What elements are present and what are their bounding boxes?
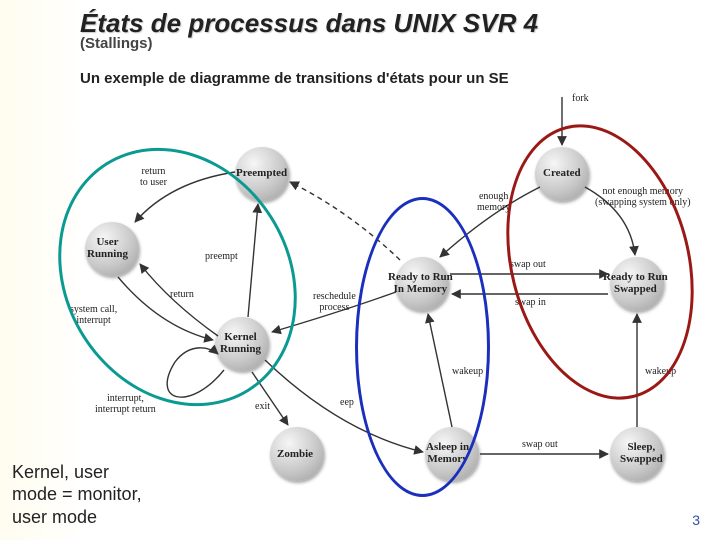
edge-sleep: eep: [340, 398, 354, 409]
edge-swap-in: swap in: [515, 298, 546, 309]
arrows: [40, 92, 720, 492]
edge-syscall: system call,interrupt: [70, 305, 117, 326]
annotation-text: Kernel, usermode = monitor,user mode: [12, 461, 142, 529]
edge-exit: exit: [255, 402, 270, 413]
edge-return-to-user: returnto user: [140, 167, 167, 188]
edge-return: return: [170, 290, 194, 301]
edge-wakeup-2: wakeup: [645, 367, 676, 378]
edge-swap-out-2: swap out: [522, 440, 558, 451]
state-diagram: UserRunning KernelRunning Preempted Zomb…: [40, 92, 720, 492]
edge-fork: fork: [572, 94, 589, 105]
description: Un exemple de diagramme de transitions d…: [80, 70, 509, 87]
edge-preempt: preempt: [205, 252, 238, 263]
edge-enough-memory: enoughmemory: [477, 192, 510, 213]
edge-wakeup-1: wakeup: [452, 367, 483, 378]
source-label: (Stallings): [80, 35, 153, 52]
page-number: 3: [692, 512, 700, 528]
edge-not-enough-memory: not enough memory(swapping system only): [595, 187, 691, 208]
edge-swap-out-1: swap out: [510, 260, 546, 271]
edge-interrupt-return: interrupt,interrupt return: [95, 394, 156, 415]
edge-reschedule: rescheduleprocess: [313, 292, 356, 313]
